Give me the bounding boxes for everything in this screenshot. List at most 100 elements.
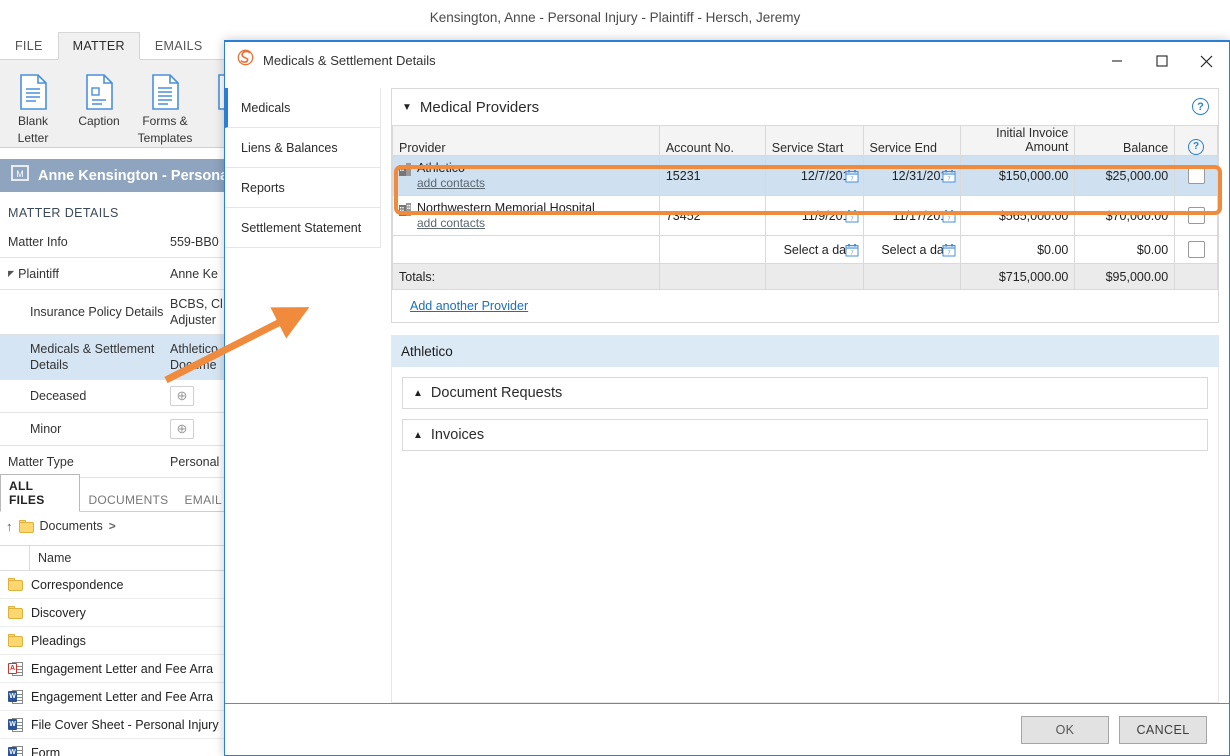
sidebar-item-label: Medicals — [241, 100, 291, 115]
cell-initial-invoice-amount[interactable]: $150,000.00 — [960, 155, 1076, 196]
totals-label: Totals: — [392, 263, 660, 290]
cell-checkbox[interactable] — [1174, 195, 1218, 236]
cell-service-end[interactable]: Select a date 7 — [862, 235, 962, 264]
cell-service-start[interactable]: 12/7/2018 7 — [764, 155, 864, 196]
file-row[interactable]: W File Cover Sheet - Personal Injury — [0, 711, 230, 739]
breadcrumb-label[interactable]: Documents — [40, 519, 103, 533]
cell-account-no[interactable]: 15231 — [658, 155, 766, 196]
file-row[interactable]: Discovery — [0, 599, 230, 627]
add-minor-button[interactable]: ⊕ — [170, 419, 194, 439]
smokeball-logo-icon — [237, 49, 254, 71]
cell-initial-invoice-amount[interactable]: $0.00 — [960, 235, 1076, 264]
file-row[interactable]: Correspondence — [0, 571, 230, 599]
cell-provider[interactable]: Northwestern Memorial Hospital add conta… — [392, 195, 660, 236]
file-row[interactable]: Pleadings — [0, 627, 230, 655]
help-icon[interactable]: ? — [1192, 98, 1209, 115]
row-checkbox[interactable] — [1187, 207, 1205, 224]
ribbon-tab-matter[interactable]: MATTER — [57, 32, 140, 60]
calendar-icon: 7 — [845, 209, 859, 222]
folder-icon — [18, 519, 34, 533]
caption-label: Caption — [78, 114, 120, 128]
forms-templates-button[interactable]: Forms & Templates — [132, 66, 198, 146]
cell-service-end[interactable]: 11/17/2018 7 — [862, 195, 962, 236]
ok-button[interactable]: OK — [1021, 715, 1109, 744]
sidebar-item-settlement-statement[interactable]: Settlement Statement — [225, 208, 381, 248]
detail-row-matter-info[interactable]: Matter Info 559-BB0 — [0, 226, 230, 258]
tab-all-files[interactable]: ALL FILES — [0, 474, 81, 512]
cell-checkbox[interactable] — [1174, 155, 1218, 196]
close-button[interactable] — [1184, 44, 1229, 78]
accordion-label: Invoices — [430, 427, 485, 443]
table-row-empty[interactable]: Select a date 7 Select a date 7 $0.00 $0… — [392, 235, 1218, 264]
cell-checkbox[interactable] — [1174, 235, 1218, 264]
chevron-right-icon[interactable]: > — [109, 519, 116, 533]
sidebar-item-liens-balances[interactable]: Liens & Balances — [225, 128, 381, 168]
detail-row-insurance-policy-details[interactable]: Insurance Policy Details BCBS, Cl Adjust… — [0, 290, 230, 335]
panel-title: Medical Providers — [419, 98, 540, 116]
add-contacts-link[interactable]: add contacts — [417, 216, 595, 231]
table-row[interactable]: Northwestern Memorial Hospital add conta… — [392, 195, 1218, 236]
tab-documents[interactable]: DOCUMENTS — [80, 489, 176, 511]
column-header-checkbox: ? — [1174, 125, 1218, 156]
sidebar-item-medicals[interactable]: Medicals — [225, 88, 381, 128]
ribbon-tab-file[interactable]: FILE — [0, 31, 58, 59]
add-another-provider-link[interactable]: Add another Provider — [392, 290, 528, 322]
detail-value: BCBS, Cl Adjuster — [170, 297, 223, 327]
file-row[interactable]: W Engagement Letter and Fee Arra — [0, 683, 230, 711]
dialog-main-content: ▼ Medical Providers ? Provider Account N… — [381, 78, 1229, 703]
cell-balance[interactable]: $70,000.00 — [1074, 195, 1176, 236]
column-header-account-no[interactable]: Account No. — [658, 125, 766, 156]
detail-row-deceased[interactable]: Deceased ⊕ — [0, 380, 230, 413]
minimize-button[interactable] — [1094, 44, 1139, 78]
cell-account-no[interactable] — [658, 235, 766, 264]
file-row[interactable]: W Form — [0, 739, 230, 756]
up-arrow-icon[interactable]: ↑ — [6, 519, 13, 534]
collapse-caret-icon[interactable]: ◤ — [8, 266, 14, 282]
cell-service-start[interactable]: Select a date 7 — [764, 235, 864, 264]
help-icon[interactable]: ? — [1188, 139, 1205, 155]
medical-providers-panel: ▼ Medical Providers ? Provider Account N… — [391, 88, 1219, 323]
detail-row-minor[interactable]: Minor ⊕ — [0, 413, 230, 446]
sidebar-item-reports[interactable]: Reports — [225, 168, 381, 208]
accordion-document-requests[interactable]: ▲ Document Requests — [402, 377, 1208, 409]
table-row[interactable]: Athletico add contacts 15231 12/7/2018 7 — [392, 155, 1218, 196]
column-header-initial-invoice-amount[interactable]: Initial Invoice Amount — [960, 125, 1076, 156]
accordion-invoices[interactable]: ▲ Invoices — [402, 419, 1208, 451]
file-row[interactable]: A Engagement Letter and Fee Arra — [0, 655, 230, 683]
tab-email[interactable]: EMAIL — [176, 489, 230, 511]
file-name: Pleadings — [31, 633, 86, 648]
medical-providers-header[interactable]: ▼ Medical Providers ? — [392, 89, 1218, 125]
cell-account-no[interactable]: 73452 — [658, 195, 766, 236]
column-header-balance[interactable]: Balance — [1074, 125, 1176, 156]
maximize-button[interactable] — [1139, 44, 1184, 78]
cell-service-end[interactable]: 12/31/2018 7 — [862, 155, 962, 196]
triangle-down-icon[interactable]: ▼ — [402, 102, 412, 113]
ribbon-tab-emails[interactable]: EMAILS — [140, 31, 218, 59]
row-checkbox[interactable] — [1187, 167, 1205, 184]
document-lines-icon — [150, 72, 180, 112]
caption-button[interactable]: Caption — [66, 66, 132, 144]
column-header-provider[interactable]: Provider — [392, 125, 660, 156]
cancel-button[interactable]: CANCEL — [1119, 715, 1207, 744]
add-contacts-link[interactable]: add contacts — [417, 176, 485, 191]
triangle-up-icon[interactable]: ▲ — [413, 430, 423, 441]
table-header-row: Provider Account No. Service Start Servi… — [392, 125, 1218, 156]
detail-row-medicals-settlement-details[interactable]: Medicals & Settlement Details Athletico … — [0, 335, 230, 380]
column-header-service-start[interactable]: Service Start — [764, 125, 864, 156]
cell-initial-invoice-amount[interactable]: $565,000.00 — [960, 195, 1076, 236]
add-deceased-button[interactable]: ⊕ — [170, 386, 194, 406]
detail-row-plaintiff[interactable]: ◤ Plaintiff Anne Ke — [0, 258, 230, 290]
row-checkbox[interactable] — [1187, 241, 1205, 258]
cell-balance[interactable]: $25,000.00 — [1074, 155, 1176, 196]
cell-service-start[interactable]: 11/9/2018 7 — [764, 195, 864, 236]
file-name: Engagement Letter and Fee Arra — [31, 661, 214, 676]
cell-provider[interactable] — [392, 235, 660, 264]
cell-balance[interactable]: $0.00 — [1074, 235, 1176, 264]
blank-letter-button[interactable]: Blank Letter — [0, 66, 66, 146]
triangle-up-icon[interactable]: ▲ — [413, 388, 423, 399]
cell-provider[interactable]: Athletico add contacts — [392, 155, 660, 196]
accordion-label: Document Requests — [430, 385, 563, 401]
column-header-service-end[interactable]: Service End — [862, 125, 962, 156]
dialog-sidebar: Medicals Liens & Balances Reports Settle… — [225, 78, 381, 703]
word-file-icon: W — [8, 717, 23, 733]
